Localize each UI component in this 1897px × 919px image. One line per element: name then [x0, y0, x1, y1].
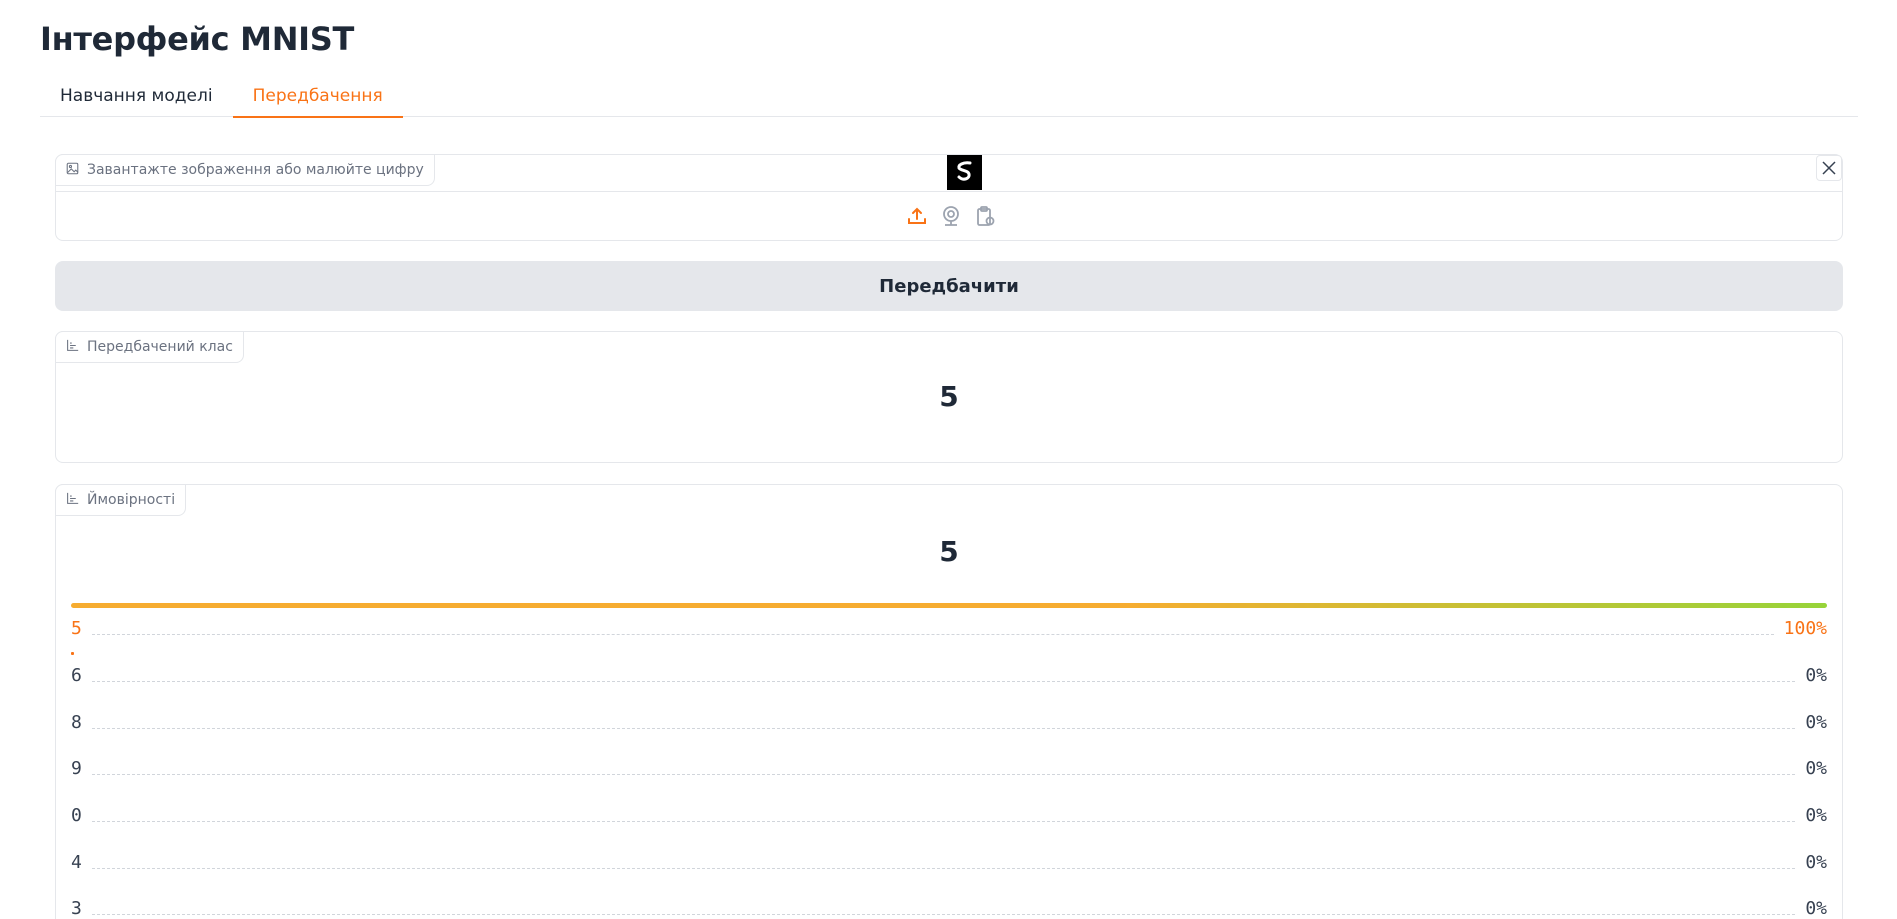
confidence-row: 6 0% — [71, 662, 1827, 686]
image-input-block[interactable]: Завантажте зображення або малюйте цифру — [55, 154, 1843, 241]
confidence-row: 9 0% — [71, 755, 1827, 779]
confidence-value: 0% — [1805, 898, 1827, 919]
confidence-row: 0 0% — [71, 802, 1827, 826]
webcam-icon[interactable] — [940, 205, 962, 227]
predicted-class-block: Передбачений клас 5 — [55, 331, 1843, 463]
confidence-row: 8 0% — [71, 709, 1827, 733]
confidence-label: 0 — [71, 805, 82, 826]
leader-line — [91, 868, 1796, 869]
confidence-row: 4 0% — [71, 849, 1827, 873]
page-title: Інтерфейс MNIST — [40, 20, 355, 58]
confidence-value: 100% — [1783, 618, 1827, 639]
confidence-row: 5 100% — [71, 615, 1827, 639]
leader-line — [91, 914, 1796, 915]
confidence-value: 0% — [1805, 805, 1827, 826]
predicted-class-label: Передбачений клас — [55, 331, 244, 363]
image-input-label: Завантажте зображення або малюйте цифру — [55, 154, 435, 186]
image-input-label-text: Завантажте зображення або малюйте цифру — [87, 162, 424, 178]
confidence-value: 0% — [1805, 758, 1827, 779]
upload-icon[interactable] — [906, 205, 928, 227]
confidence-label: 3 — [71, 898, 82, 919]
confidence-label: 9 — [71, 758, 82, 779]
confidence-label: 8 — [71, 712, 82, 733]
chart-icon — [66, 492, 79, 509]
leader-line — [91, 681, 1796, 682]
predicted-class-value: 5 — [939, 380, 959, 413]
tab-training[interactable]: Навчання моделі — [40, 78, 233, 117]
confidence-value: 0% — [1805, 712, 1827, 733]
confidence-label: 4 — [71, 852, 82, 873]
confidence-label: 5 — [71, 618, 82, 639]
probabilities-block: Ймовірності 5 5 100% 6 0% 8 0% 9 0% 0 0% — [55, 484, 1843, 919]
confidence-row: 3 0% — [71, 895, 1827, 919]
clipboard-icon[interactable] — [974, 205, 996, 227]
predicted-class-label-text: Передбачений клас — [87, 339, 233, 355]
probabilities-label-text: Ймовірності — [87, 492, 176, 508]
close-icon — [1822, 161, 1836, 175]
leader-line — [91, 821, 1796, 822]
confidence-mark — [71, 652, 74, 655]
top-prediction-value: 5 — [939, 535, 959, 568]
clear-image-button[interactable] — [1816, 155, 1842, 181]
digit-thumbnail — [947, 155, 982, 190]
leader-line — [91, 634, 1774, 635]
chart-icon — [66, 339, 79, 356]
predict-button[interactable]: Передбачити — [55, 261, 1843, 311]
leader-line — [91, 728, 1796, 729]
tab-prediction[interactable]: Передбачення — [232, 78, 403, 118]
probabilities-label: Ймовірності — [55, 484, 187, 516]
image-icon — [66, 162, 79, 179]
tab-bar: Навчання моделі Передбачення — [40, 78, 1858, 118]
leader-line — [91, 774, 1796, 775]
image-source-selector — [906, 205, 996, 227]
confidence-bar — [71, 603, 1827, 608]
confidence-value: 0% — [1805, 852, 1827, 873]
confidence-value: 0% — [1805, 665, 1827, 686]
divider — [56, 191, 1842, 192]
confidence-label: 6 — [71, 665, 82, 686]
